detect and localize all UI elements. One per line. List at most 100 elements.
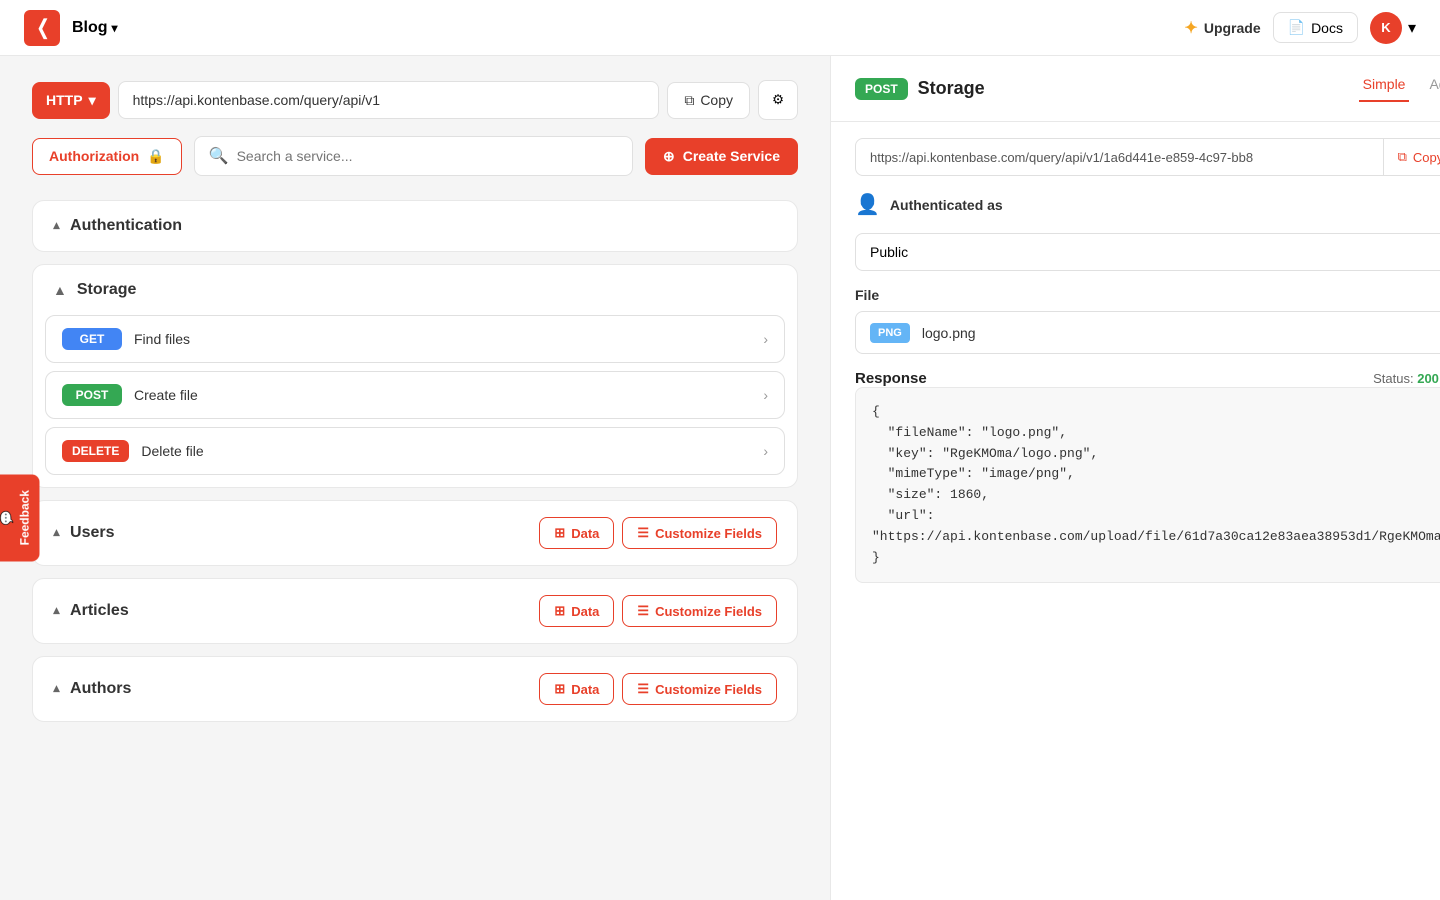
articles-customize-button[interactable]: ☰ Customize Fields — [622, 595, 777, 627]
authors-data-button[interactable]: ⊞ Data — [539, 673, 614, 705]
authentication-title: Authentication — [70, 217, 182, 235]
create-service-button[interactable]: ⊕ Create Service — [645, 138, 798, 175]
articles-section: ▾ Articles ⊞ Data ☰ Customize Fields — [32, 578, 798, 644]
authors-section: ▾ Authors ⊞ Data ☰ Customize Fields — [32, 656, 798, 722]
storage-section-header[interactable]: ▲ Storage — [33, 265, 797, 315]
feedback-label: Feedback — [18, 490, 32, 545]
right-url-row: https://api.kontenbase.com/query/api/v1/… — [855, 138, 1440, 176]
user-avatar-button[interactable]: K ▾ — [1370, 12, 1416, 44]
lock-icon: 🔒 — [147, 148, 164, 165]
right-header-left: POST Storage — [855, 78, 985, 100]
copy-icon: ⧉ — [1398, 149, 1407, 165]
search-icon: 🔍 — [209, 146, 229, 166]
right-tabs: Simple Advanced — [1343, 76, 1440, 102]
grid-icon: ⊞ — [554, 681, 565, 697]
api-row-delete-file[interactable]: DELETE Delete file › — [45, 427, 785, 475]
blog-label: Blog — [72, 19, 108, 37]
auth-row: Authorization 🔒 🔍 ⊕ Create Service — [32, 136, 798, 176]
list-icon: ☰ — [637, 603, 649, 619]
users-customize-label: Customize Fields — [655, 526, 762, 541]
users-section-header[interactable]: ▾ Users ⊞ Data ☰ Customize Fields — [33, 501, 797, 565]
right-panel-header: POST Storage Simple Advanced ✕ — [831, 56, 1440, 122]
get-badge: GET — [62, 328, 122, 350]
authentication-header-left: ▾ Authentication — [53, 217, 182, 235]
blog-dropdown[interactable]: Blog ▾ — [72, 19, 118, 37]
list-icon: ☰ — [637, 681, 649, 697]
articles-title: Articles — [70, 602, 129, 620]
star-icon: ✦ — [1184, 18, 1197, 38]
authentication-section: ▾ Authentication — [32, 200, 798, 252]
file-row-left: PNG logo.png — [870, 323, 976, 343]
user-chevron-icon: ▾ — [1408, 18, 1416, 38]
right-copy-button[interactable]: ⧉ Copy — [1383, 139, 1440, 175]
users-chevron-icon: ▾ — [53, 525, 60, 542]
articles-data-label: Data — [571, 604, 599, 619]
settings-button[interactable]: ⚙ — [758, 80, 798, 120]
authors-section-header[interactable]: ▾ Authors ⊞ Data ☰ Customize Fields — [33, 657, 797, 721]
articles-actions: ⊞ Data ☰ Customize Fields — [539, 595, 777, 627]
topnav-right: ✦ Upgrade 📄 Docs K ▾ — [1184, 12, 1416, 44]
api-row-create-file[interactable]: POST Create file › — [45, 371, 785, 419]
auth-label: Authorization — [49, 148, 139, 164]
find-files-chevron-icon: › — [763, 331, 768, 347]
users-title: Users — [70, 524, 114, 542]
storage-chevron-icon: ▲ — [53, 282, 67, 298]
authenticated-as-label: Authenticated as — [890, 197, 1003, 213]
docs-label: Docs — [1311, 20, 1343, 36]
grid-icon: ⊞ — [554, 525, 565, 541]
tab-simple[interactable]: Simple — [1359, 76, 1410, 102]
post-badge: POST — [62, 384, 122, 406]
file-section: File PNG logo.png 🗑 — [855, 287, 1440, 354]
docs-button[interactable]: 📄 Docs — [1273, 12, 1358, 43]
auth-select[interactable]: Public — [855, 233, 1440, 271]
status-label: Status: — [1373, 371, 1413, 386]
find-files-label: Find files — [134, 331, 751, 347]
avatar: K — [1370, 12, 1402, 44]
search-service-input[interactable] — [237, 148, 618, 164]
api-row-find-files[interactable]: GET Find files › — [45, 315, 785, 363]
users-header-left: ▾ Users — [53, 524, 115, 542]
copy-url-button[interactable]: ⧉ Copy — [667, 82, 750, 119]
authors-chevron-icon: ▾ — [53, 681, 60, 698]
tab-advanced[interactable]: Advanced — [1425, 76, 1440, 102]
authentication-section-header[interactable]: ▾ Authentication — [33, 201, 797, 251]
right-copy-label: Copy — [1413, 150, 1440, 165]
authors-actions: ⊞ Data ☰ Customize Fields — [539, 673, 777, 705]
articles-data-button[interactable]: ⊞ Data — [539, 595, 614, 627]
right-panel: POST Storage Simple Advanced ✕ https://a… — [830, 56, 1440, 900]
articles-chevron-icon: ▾ — [53, 603, 60, 620]
logo-icon: ❬ — [24, 10, 60, 46]
url-bar: HTTP ▾ ⧉ Copy ⚙ — [32, 80, 798, 120]
file-label: File — [855, 287, 1440, 303]
storage-title: Storage — [77, 281, 137, 299]
feedback-tab[interactable]: 💬 Feedback — [0, 474, 40, 561]
chevron-down-icon: ▾ — [112, 21, 118, 35]
authors-header-left: ▾ Authors — [53, 680, 131, 698]
left-panel: HTTP ▾ ⧉ Copy ⚙ Authorization 🔒 🔍 — [0, 56, 830, 900]
users-actions: ⊞ Data ☰ Customize Fields — [539, 517, 777, 549]
right-panel-title: Storage — [918, 78, 985, 99]
auth-section: 👤 Authenticated as — [855, 192, 1440, 217]
http-method-button[interactable]: HTTP ▾ — [32, 82, 110, 119]
articles-section-header[interactable]: ▾ Articles ⊞ Data ☰ Customize Fields — [33, 579, 797, 643]
users-section: ▾ Users ⊞ Data ☰ Customize Fields — [32, 500, 798, 566]
response-label: Response — [855, 370, 927, 387]
file-row: PNG logo.png 🗑 — [855, 311, 1440, 354]
copy-icon: ⧉ — [684, 92, 694, 109]
users-data-label: Data — [571, 526, 599, 541]
response-meta: Status: 200 Time: 1463 ms — [1373, 371, 1440, 386]
topnav: ❬ Blog ▾ ✦ Upgrade 📄 Docs K ▾ — [0, 0, 1440, 56]
feedback-icon: 💬 — [0, 510, 14, 525]
url-input[interactable] — [118, 81, 660, 119]
png-badge: PNG — [870, 323, 910, 343]
post-method-badge: POST — [855, 78, 908, 100]
users-data-button[interactable]: ⊞ Data — [539, 517, 614, 549]
users-customize-button[interactable]: ☰ Customize Fields — [622, 517, 777, 549]
plus-icon: ⊕ — [663, 148, 675, 165]
authorization-button[interactable]: Authorization 🔒 — [32, 138, 182, 175]
response-section: Response Status: 200 Time: 1463 ms { "fi… — [855, 370, 1440, 583]
authors-customize-button[interactable]: ☰ Customize Fields — [622, 673, 777, 705]
storage-header-left: ▲ Storage — [53, 281, 136, 299]
upgrade-button[interactable]: ✦ Upgrade — [1184, 18, 1260, 38]
response-header: Response Status: 200 Time: 1463 ms — [855, 370, 1440, 387]
